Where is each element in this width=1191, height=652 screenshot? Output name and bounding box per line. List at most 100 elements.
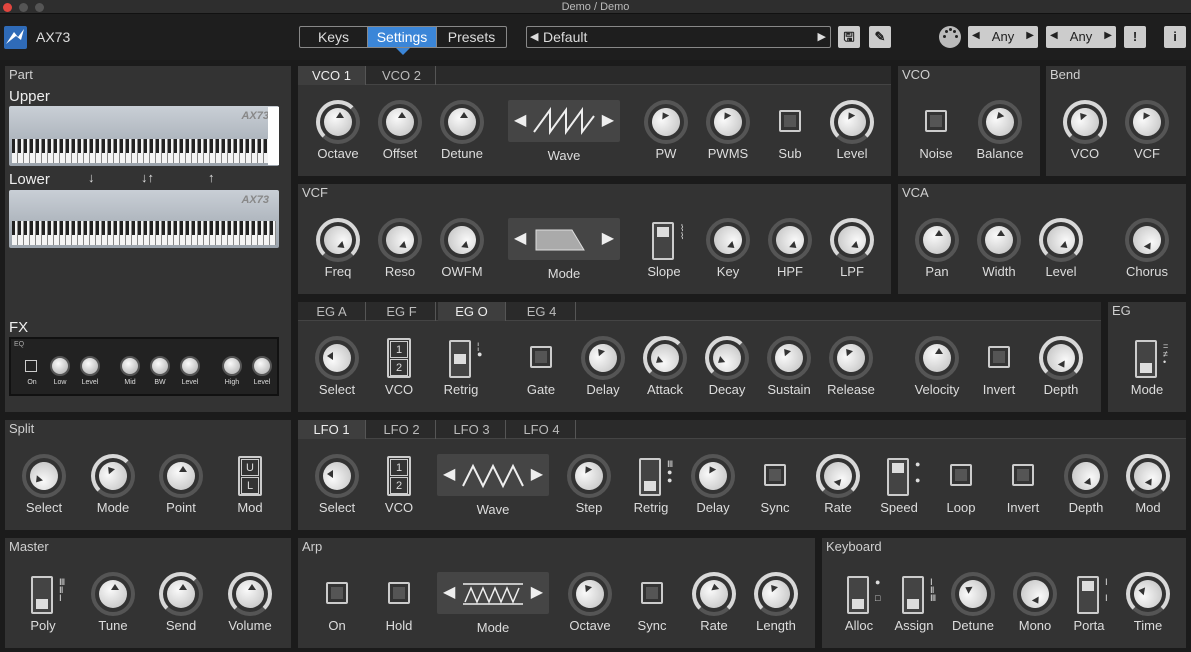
tab-lfo-3[interactable]: LFO 3 — [438, 420, 506, 439]
arpeggio-pattern-icon — [463, 583, 523, 605]
mode-selector[interactable]: ◀ ▶ Mode — [437, 572, 549, 635]
eq-control-label: High — [224, 379, 240, 386]
control-label: Detune — [441, 146, 483, 161]
tab-lfo-1[interactable]: LFO 1 — [298, 420, 366, 439]
mod-switch[interactable]: U L Mod — [216, 450, 284, 520]
tab-eg-a[interactable]: EG A — [298, 302, 366, 321]
time-knob[interactable]: Time — [1114, 568, 1182, 638]
edit-preset-button[interactable]: ✎ — [869, 26, 891, 48]
split-down-icon[interactable]: ↓ — [88, 170, 95, 185]
eq-module[interactable]: EQ On Low Level Mid BW Level High Level — [9, 337, 279, 396]
next-icon[interactable]: ▶ — [602, 110, 614, 130]
split-up-icon[interactable]: ↑ — [208, 170, 215, 185]
prev-icon[interactable]: ◀ — [443, 582, 455, 602]
wave-selector[interactable]: ◀ ▶ Wave — [508, 100, 620, 163]
control-label: Point — [166, 500, 196, 515]
lfo-panel: LFO 1 LFO 2 LFO 3 LFO 4 Select 1 2 VCO ◀ ▶ Wav… — [298, 420, 1186, 530]
vco-switch[interactable]: 1 2 VCO — [365, 450, 433, 520]
control-label: Length — [756, 618, 796, 633]
preset-next-icon[interactable]: ▶ — [818, 30, 826, 43]
tune-knob[interactable]: Tune — [79, 568, 147, 638]
midi-channel-selector[interactable]: ◀ Any ▶ — [968, 26, 1038, 48]
upper-range-marker — [268, 107, 279, 165]
save-preset-button[interactable]: 🖫 — [838, 26, 860, 48]
panel-title: VCA — [902, 185, 929, 200]
balance-knob[interactable]: Balance — [966, 96, 1034, 166]
tab-eg-o[interactable]: EG O — [438, 302, 506, 321]
lower-keyboard[interactable]: AX73 — [9, 190, 279, 248]
eq-on-button[interactable]: On — [21, 355, 43, 391]
poly-switch[interactable]: Ⅲ Ⅱ Ⅰ Poly — [9, 568, 77, 638]
prev-icon[interactable]: ◀ — [514, 110, 526, 130]
eq-mid-knob[interactable]: Mid — [119, 355, 141, 391]
next-icon[interactable]: ▶ — [531, 464, 543, 484]
prev-icon[interactable]: ◀ — [514, 228, 526, 248]
eq-high-knob[interactable]: High — [221, 355, 243, 391]
release-knob[interactable]: Release — [817, 332, 885, 402]
active-tab-pointer-icon — [396, 48, 410, 55]
point-knob[interactable]: Point — [147, 450, 215, 520]
control-label: Mod — [1135, 500, 1161, 515]
tab-settings[interactable]: Settings — [368, 27, 436, 47]
tab-vco-1[interactable]: VCO 1 — [298, 66, 366, 85]
tab-presets[interactable]: Presets — [436, 27, 506, 47]
eq-level-knob[interactable]: Level — [179, 355, 201, 391]
hold-button[interactable]: Hold — [365, 568, 433, 638]
mod-knob[interactable]: Mod — [1114, 450, 1182, 520]
next-icon[interactable]: ▶ — [1026, 30, 1034, 41]
preset-selector[interactable]: ◀ Default ▶ — [526, 26, 831, 48]
next-icon[interactable]: ▶ — [602, 228, 614, 248]
alert-button[interactable]: ! — [1124, 26, 1146, 48]
level-knob[interactable]: Level — [1027, 214, 1095, 284]
owfm-knob[interactable]: OWFM — [428, 214, 496, 284]
mode-knob[interactable]: Mode — [79, 450, 147, 520]
tab-lfo-4[interactable]: LFO 4 — [508, 420, 576, 439]
tab-vco-2[interactable]: VCO 2 — [368, 66, 436, 85]
part-panel: Part Upper AX73 Lower ↓ ↓↑ ↑ AX73 FX EQ … — [5, 66, 291, 412]
split-swap-icon[interactable]: ↓↑ — [141, 170, 154, 185]
mode-switch[interactable]: = ≠ • Mode — [1113, 332, 1181, 402]
tab-keys[interactable]: Keys — [300, 27, 368, 47]
eq-level-knob[interactable]: Level — [79, 355, 101, 391]
eq-bw-knob[interactable]: BW — [149, 355, 171, 391]
panel-title: Part — [9, 67, 33, 82]
eq-control-label: Level — [81, 379, 99, 386]
retrig-switch[interactable]: ¦ ● Retrig — [427, 332, 495, 402]
length-knob[interactable]: Length — [742, 568, 810, 638]
next-icon[interactable]: ▶ — [531, 582, 543, 602]
control-label: Select — [25, 500, 63, 515]
lpf-knob[interactable]: LPF — [818, 214, 886, 284]
chorus-knob[interactable]: Chorus — [1113, 214, 1181, 284]
tab-eg-f[interactable]: EG F — [368, 302, 436, 321]
tab-lfo-2[interactable]: LFO 2 — [368, 420, 436, 439]
midi-icon[interactable] — [939, 26, 961, 48]
vco-panel: VCO 1 VCO 2 Octave Offset Detune ◀ ▶ Wave PW PW… — [298, 66, 891, 176]
preset-prev-icon[interactable]: ◀ — [530, 30, 538, 43]
control-label: Time — [1133, 618, 1163, 633]
vco-mix-panel: VCO Noise Balance — [898, 66, 1040, 176]
panel-title: Split — [9, 421, 35, 436]
eq-low-knob[interactable]: Low — [49, 355, 71, 391]
next-icon[interactable]: ▶ — [1104, 30, 1112, 41]
info-button[interactable]: i — [1164, 26, 1186, 48]
split-panel: Split Select Mode Point U L Mod — [5, 420, 291, 530]
vcf-knob[interactable]: VCF — [1113, 96, 1181, 166]
wave-selector[interactable]: ◀ ▶ Wave — [437, 454, 549, 517]
control-label: Mod — [237, 500, 263, 515]
level-knob[interactable]: Level — [818, 96, 886, 166]
midi-port-selector[interactable]: ◀ Any ▶ — [1046, 26, 1116, 48]
select-knob[interactable]: Select — [10, 450, 78, 520]
detune-knob[interactable]: Detune — [428, 96, 496, 166]
volume-knob[interactable]: Volume — [216, 568, 284, 638]
depth-knob[interactable]: Depth — [1027, 332, 1095, 402]
control-label: Depth — [1043, 382, 1079, 397]
prev-icon[interactable]: ◀ — [443, 464, 455, 484]
send-knob[interactable]: Send — [147, 568, 215, 638]
tab-eg-4[interactable]: EG 4 — [508, 302, 576, 321]
control-label: VCF — [1134, 146, 1160, 161]
upper-keyboard[interactable]: AX73 — [9, 106, 279, 166]
eq-level-knob[interactable]: Level — [251, 355, 273, 391]
mode-selector[interactable]: ◀ ▶ Mode — [508, 218, 620, 281]
title-bar: Demo / Demo — [0, 0, 1191, 14]
control-label: Mode — [547, 266, 581, 281]
